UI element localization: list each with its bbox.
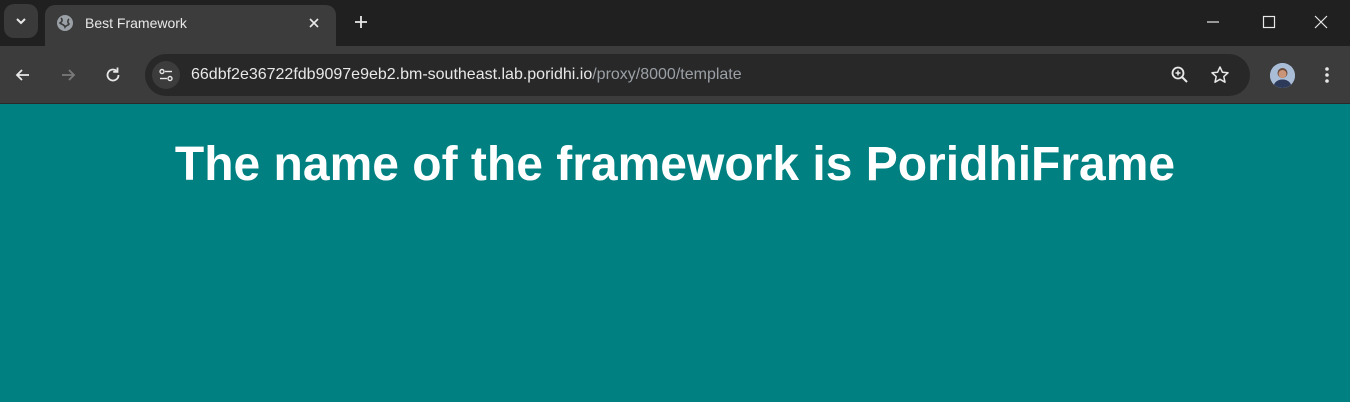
arrow-right-icon: [62, 69, 76, 81]
tune-icon: [159, 68, 173, 82]
back-button[interactable]: [8, 60, 38, 90]
url-path: /proxy/8000/template: [592, 66, 742, 83]
chevron-down-icon: [16, 18, 26, 25]
reload-icon: [106, 67, 120, 82]
url-host: 66dbf2e36722fdb9097e9eb2.bm-southeast.la…: [191, 66, 593, 83]
tab-strip: Best Framework: [0, 0, 1350, 46]
page-heading: The name of the framework is PoridhiFram…: [174, 138, 1176, 191]
forward-button[interactable]: [53, 60, 83, 90]
reload-button[interactable]: [98, 60, 128, 90]
globe-icon: [57, 15, 73, 31]
active-tab[interactable]: Best Framework: [45, 5, 336, 46]
zoom-in-icon: [1171, 66, 1188, 83]
plus-icon: [355, 16, 367, 28]
url-text: 66dbf2e36722fdb9097e9eb2.bm-southeast.la…: [191, 66, 742, 84]
star-icon: [1211, 66, 1229, 83]
address-bar[interactable]: 66dbf2e36722fdb9097e9eb2.bm-southeast.la…: [145, 54, 1250, 96]
site-info-button[interactable]: [152, 61, 180, 89]
new-tab-button[interactable]: [349, 10, 373, 34]
browser-menu-button[interactable]: [1315, 63, 1339, 87]
close-window-button[interactable]: [1292, 0, 1350, 44]
more-vertical-icon: [1325, 67, 1329, 83]
arrow-left-icon: [15, 69, 29, 81]
bookmark-button[interactable]: [1208, 63, 1232, 87]
minimize-button[interactable]: [1184, 0, 1242, 44]
tab-search-button[interactable]: [4, 4, 38, 38]
maximize-icon: [1262, 15, 1276, 29]
profile-avatar[interactable]: [1270, 63, 1295, 88]
zoom-button[interactable]: [1168, 63, 1192, 87]
page-content: The name of the framework is PoridhiFram…: [0, 105, 1350, 402]
maximize-button[interactable]: [1240, 0, 1298, 44]
tab-close-button[interactable]: [304, 13, 324, 33]
browser-toolbar: 66dbf2e36722fdb9097e9eb2.bm-southeast.la…: [0, 46, 1350, 104]
close-icon: [1314, 15, 1328, 29]
user-avatar-icon: [1270, 63, 1295, 88]
close-icon: [309, 18, 319, 28]
tab-title: Best Framework: [85, 15, 187, 31]
minimize-icon: [1207, 21, 1219, 23]
